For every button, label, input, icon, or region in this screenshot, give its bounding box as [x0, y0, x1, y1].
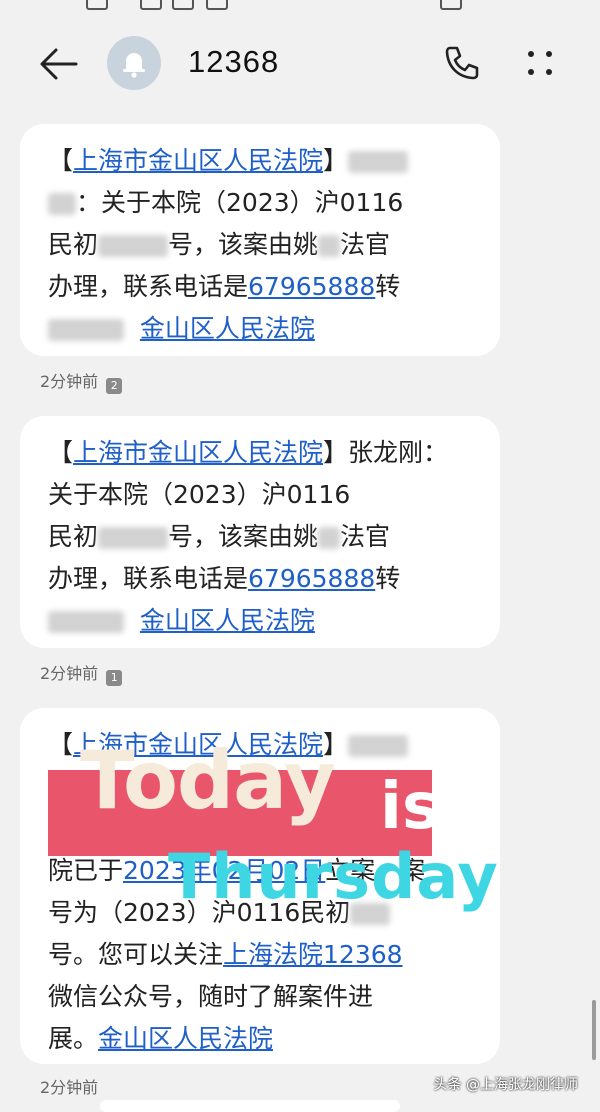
message-text: 【 — [48, 146, 74, 175]
watermark: 头条 @上海张龙刚律师 — [433, 1077, 578, 1093]
signal-icon — [172, 0, 194, 10]
message-text: 微信公众号，随时了解案件进 — [48, 982, 374, 1011]
message-text: 【 — [48, 438, 74, 467]
message-text: 转 — [375, 564, 401, 593]
signature-link[interactable]: 金山区人民法院 — [140, 314, 315, 343]
signature-link[interactable]: 金山区人民法院 — [98, 1024, 273, 1053]
bell-icon — [123, 53, 145, 78]
message-time: 2分钟前 — [40, 664, 99, 683]
message-bubble[interactable]: 【上海市金山区人民法院】张龙刚： 关于本院（2023）沪0116 民初 号，该案由姚… — [20, 416, 500, 648]
message-text: 】 — [323, 146, 349, 175]
status-bar — [0, 0, 600, 10]
redacted-text — [318, 235, 341, 257]
redacted-text — [348, 735, 409, 757]
signature-link[interactable]: 金山区人民法院 — [140, 606, 315, 635]
wifi-icon — [206, 0, 228, 10]
redacted-text — [318, 527, 341, 549]
date-link[interactable]: 2023年02月02日 — [123, 856, 325, 885]
message-text: 办理，联系电话是 — [48, 272, 249, 301]
message-text: 办理，联系电话是 — [48, 564, 249, 593]
signal-icon — [86, 0, 108, 10]
message-text: 】 — [323, 438, 349, 467]
message-meta: 2分钟前 1 — [40, 660, 123, 686]
message-bubble[interactable]: 【上海市金山区人民法院】 ：关于本院（2023）沪0116 民初 号，该案由姚 法官… — [20, 124, 500, 356]
signal-icon — [140, 0, 162, 10]
avatar[interactable] — [107, 36, 161, 90]
message-text: 立案，案 — [325, 856, 426, 885]
message-text: 民初 — [48, 230, 99, 259]
sim-badge: 2 — [106, 378, 123, 394]
sim-badge: 1 — [106, 670, 123, 686]
call-button[interactable] — [440, 42, 482, 84]
message-text: 民初 — [48, 522, 99, 551]
message-text: 【 — [48, 730, 74, 759]
redacted-text — [98, 235, 169, 257]
recipient-name: 张龙刚： — [348, 438, 449, 467]
redacted-text — [48, 611, 124, 633]
message-time: 2分钟前 — [40, 372, 99, 391]
more-button[interactable] — [520, 44, 560, 84]
court-link[interactable]: 上海市金山区人民法院 — [73, 146, 323, 175]
compose-bar[interactable] — [100, 1100, 400, 1112]
message-text: 关于本院（2023）沪0116 — [48, 480, 351, 509]
court-link[interactable]: 上海市金山区人民法院 — [73, 730, 323, 759]
message-meta: 2分钟前 — [40, 1074, 98, 1098]
phone-link[interactable]: 67965888 — [248, 564, 375, 593]
court-link[interactable]: 上海市金山区人民法院 — [73, 438, 323, 467]
message-text: 法官 — [340, 230, 391, 259]
message-text: ： — [76, 188, 102, 217]
phone-icon — [445, 46, 479, 80]
battery-icon — [440, 0, 462, 10]
redacted-text — [48, 319, 124, 341]
message-text: 号。您可以关注 — [48, 940, 224, 969]
redacted-text — [48, 193, 76, 215]
conversation-header: 12368 — [0, 22, 600, 106]
back-button[interactable] — [36, 44, 82, 84]
phone-link[interactable]: 67965888 — [248, 272, 375, 301]
message-text: 】 — [323, 730, 349, 759]
redacted-text — [98, 527, 169, 549]
message-time: 2分钟前 — [40, 1078, 99, 1097]
message-text: 转 — [375, 272, 401, 301]
contact-title: 12368 — [188, 44, 280, 79]
message-bubble[interactable]: 【上海市金山区人民法院】 院已于2023年02月02日立案，案 号为（2023）… — [20, 708, 500, 1064]
message-text: 院已于 — [48, 856, 124, 885]
message-text: 号，该案由姚 — [168, 230, 319, 259]
message-text: 号为（2023）沪0116民初 — [48, 898, 351, 927]
message-text: 法官 — [340, 522, 391, 551]
message-text: 关于本院（2023）沪0116 — [101, 188, 404, 217]
message-meta: 2分钟前 2 — [40, 368, 123, 394]
redacted-text — [348, 151, 409, 173]
redacted-text — [350, 903, 391, 925]
message-text: 号，该案由姚 — [168, 522, 319, 551]
arrow-left-icon — [40, 48, 78, 80]
more-dots-icon — [528, 51, 552, 75]
scrollbar[interactable] — [592, 1000, 596, 1060]
message-text: 展。 — [48, 1024, 99, 1053]
wechat-link[interactable]: 上海法院12368 — [223, 940, 403, 969]
